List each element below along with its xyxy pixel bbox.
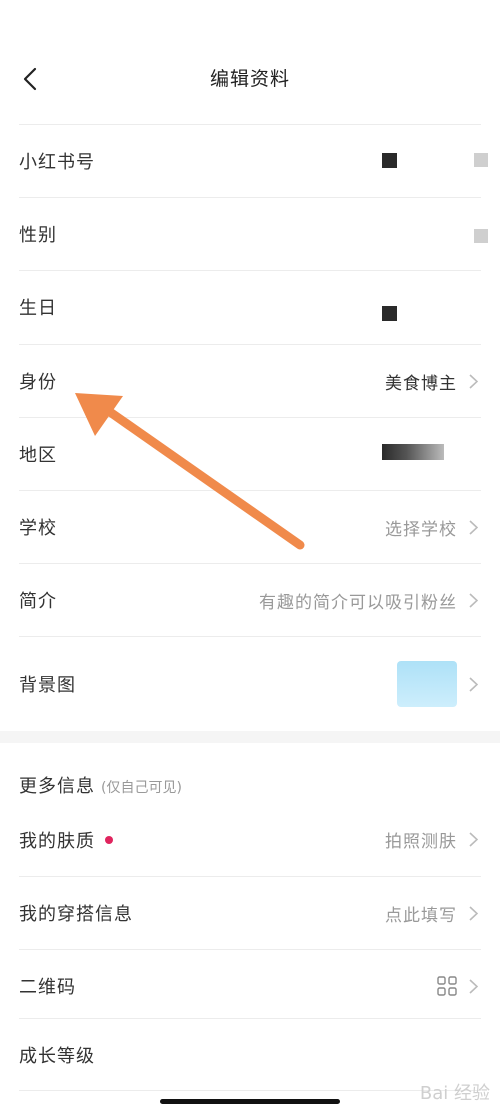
qrcode-icon [437,976,457,996]
outfit-value: 点此填写 [385,905,457,926]
section-divider [0,731,500,743]
identity-value: 美食博主 [385,373,457,394]
home-indicator [160,1099,340,1104]
school-label: 学校 [19,518,57,539]
watermark-logo: Bai 经验 [419,1083,490,1104]
page-title: 编辑资料 [209,68,290,90]
bio-value: 有趣的简介可以吸引粉丝 [259,592,457,613]
identity-label: 身份 [19,372,57,393]
gender-label: 性别 [19,225,57,246]
top-bar: 编辑资料 [0,0,500,124]
qrcode-label: 二维码 [19,977,76,998]
redacted-value [382,444,444,460]
chevron-right-icon [465,592,481,608]
chevron-right-icon [465,978,481,994]
more-info-title: 更多信息 [19,776,95,797]
redacted-icon [474,153,488,167]
skin-label: 我的肤质 [19,830,95,852]
notification-dot [105,835,113,844]
row-gender[interactable]: 性别 [19,197,481,270]
redacted-value [382,306,397,321]
row-xiaohongshu-id[interactable]: 小红书号 [19,124,481,197]
row-bio[interactable]: 简介 有趣的简介可以吸引粉丝 [19,563,481,636]
chevron-right-icon [465,676,481,692]
chevron-right-icon [465,519,481,535]
bio-label: 简介 [19,591,57,612]
redacted-icon [474,229,488,243]
background-label: 背景图 [19,675,76,696]
school-value: 选择学校 [385,519,457,540]
background-thumbnail [397,661,457,707]
row-birthday[interactable]: 生日 [19,270,481,343]
row-school[interactable]: 学校 选择学校 [19,490,481,563]
outfit-label: 我的穿搭信息 [19,904,133,925]
more-info-subtitle: (仅自己可见) [101,780,182,796]
row-background[interactable]: 背景图 [19,636,481,731]
chevron-right-icon [465,373,481,389]
row-skin[interactable]: 我的肤质 拍照测肤 [19,803,481,876]
chevron-right-icon [465,832,481,848]
chevron-right-icon [465,905,481,921]
redacted-value [382,153,397,168]
skin-value: 拍照测肤 [385,832,457,852]
region-label: 地区 [19,445,57,466]
row-outfit[interactable]: 我的穿搭信息 点此填写 [19,876,481,949]
growth-level-label: 成长等级 [19,1045,95,1067]
birthday-label: 生日 [19,298,57,319]
row-growth-level[interactable]: 成长等级 [19,1018,481,1091]
row-qrcode[interactable]: 二维码 [19,949,481,1022]
xiaohongshu-id-label: 小红书号 [19,152,95,173]
more-info-header: 更多信息 (仅自己可见) [19,772,182,798]
row-identity[interactable]: 身份 美食博主 [19,344,481,417]
